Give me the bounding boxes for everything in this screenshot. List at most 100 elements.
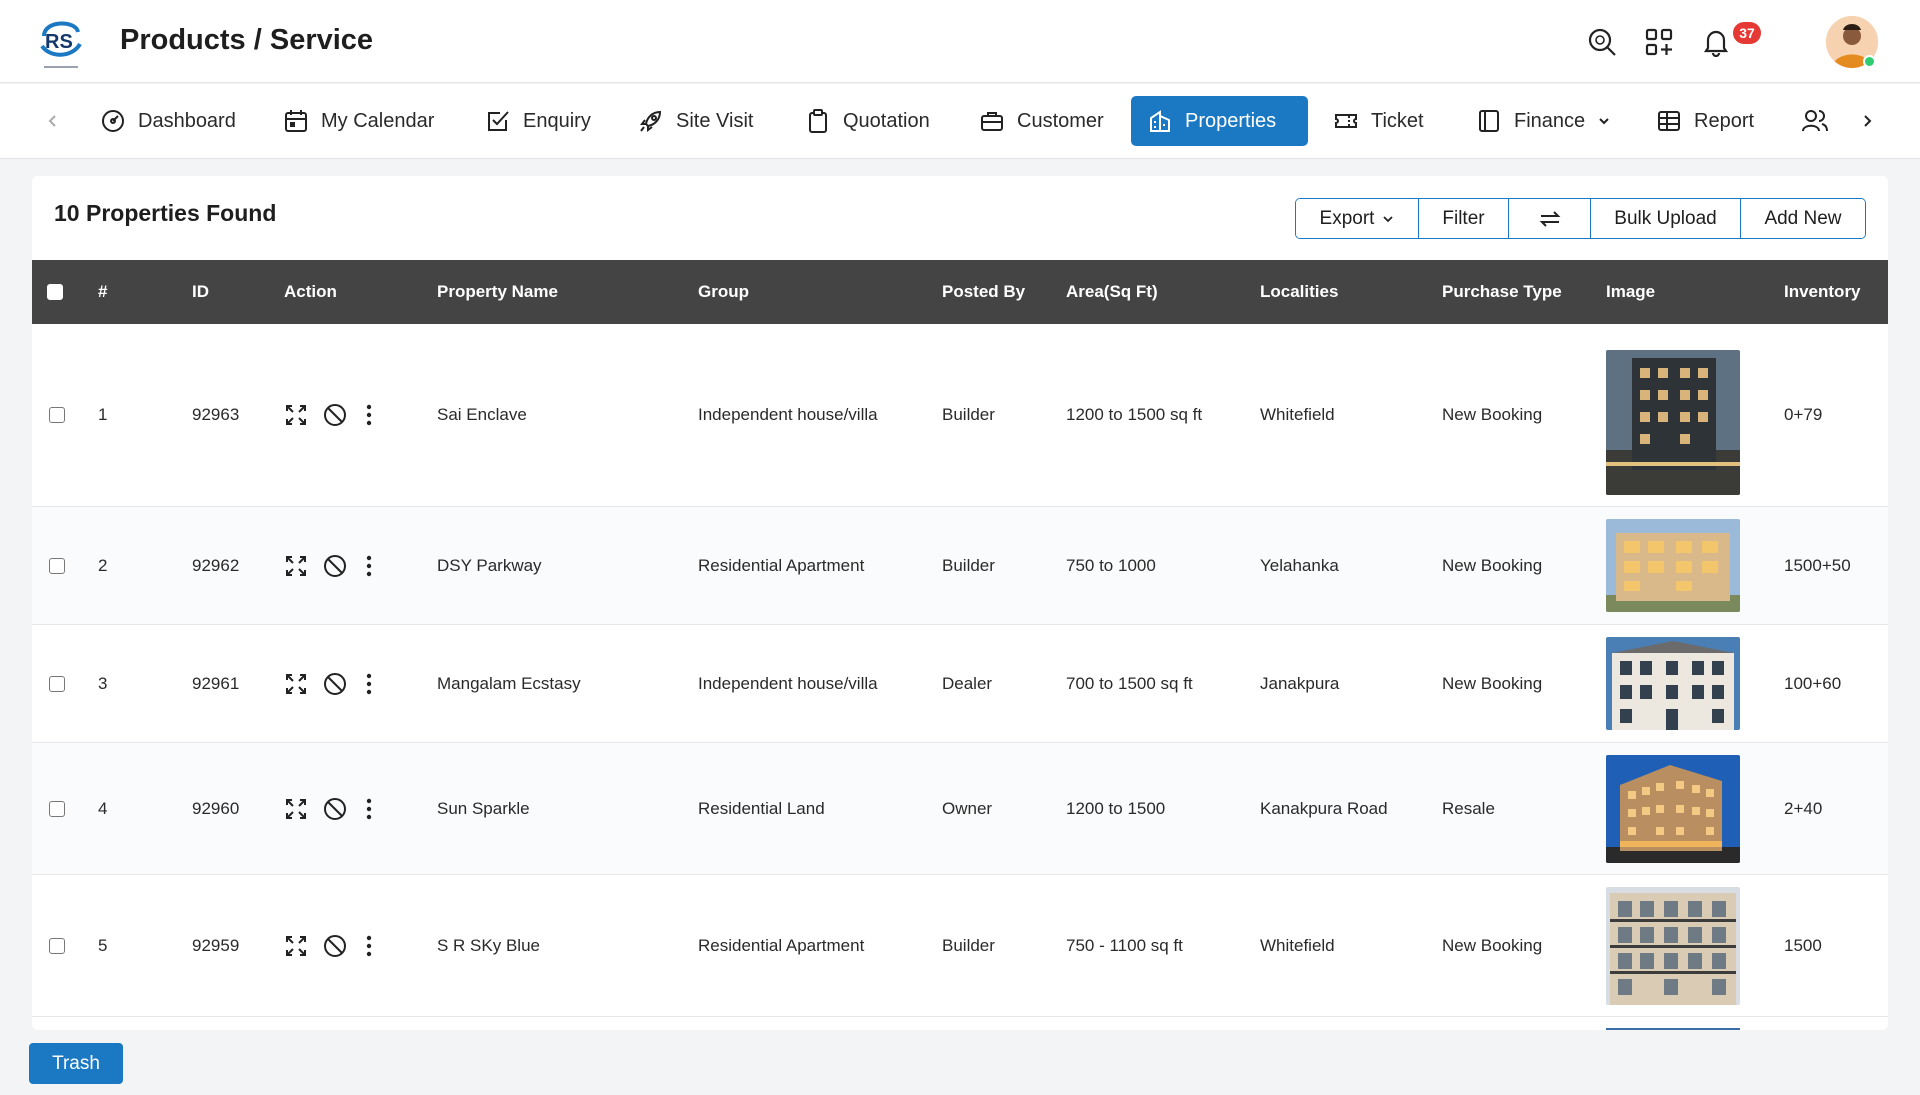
rocket-icon xyxy=(640,110,662,132)
col-header-inventory: Inventory xyxy=(1784,282,1861,301)
row-property-name[interactable]: S R SKy Blue xyxy=(437,875,540,1016)
filter-label: Filter xyxy=(1442,207,1485,229)
expand-icon[interactable] xyxy=(284,797,308,821)
export-label: Export xyxy=(1319,207,1375,229)
expand-icon[interactable] xyxy=(284,403,308,427)
row-property-name[interactable]: Mangalam Ecstasy xyxy=(437,625,581,742)
row-area: 700 to 1500 sq ft xyxy=(1066,673,1193,693)
search-icon[interactable] xyxy=(1584,24,1620,60)
row-checkbox[interactable] xyxy=(49,507,65,624)
ticket-icon xyxy=(1335,114,1357,128)
more-vertical-icon[interactable] xyxy=(362,554,376,578)
svg-text:RS: RS xyxy=(45,31,73,53)
book-icon xyxy=(1479,110,1499,132)
nav-label: Dashboard xyxy=(138,109,236,132)
export-button[interactable]: Export xyxy=(1296,199,1419,238)
nav-report[interactable]: Report xyxy=(1640,96,1770,146)
calendar-icon xyxy=(285,110,307,132)
table-row[interactable]: 3 92961 Mangalam Ecstasy Independent hou… xyxy=(32,625,1888,743)
chevron-down-icon xyxy=(1383,215,1394,222)
row-checkbox[interactable] xyxy=(49,324,65,506)
nav-enquiry[interactable]: Enquiry xyxy=(469,96,607,146)
expand-icon[interactable] xyxy=(284,672,308,696)
apps-icon[interactable] xyxy=(1641,24,1677,60)
row-posted-by: Builder xyxy=(942,405,995,424)
nav-quotation[interactable]: Quotation xyxy=(789,96,946,146)
col-header-id: ID xyxy=(192,282,209,301)
nav-my-calendar[interactable]: My Calendar xyxy=(267,96,450,146)
next-row-image-edge xyxy=(1606,1028,1740,1030)
results-count: 10 Properties Found xyxy=(54,200,277,226)
nav-dashboard[interactable]: Dashboard xyxy=(84,96,252,146)
more-vertical-icon[interactable] xyxy=(362,934,376,958)
block-icon[interactable] xyxy=(322,671,348,697)
row-id: 92960 xyxy=(192,798,240,818)
row-checkbox[interactable] xyxy=(49,875,65,1016)
row-actions xyxy=(284,625,376,742)
nav-ticket[interactable]: Ticket xyxy=(1317,96,1440,146)
nav-label: Quotation xyxy=(843,109,930,132)
block-icon[interactable] xyxy=(322,553,348,579)
more-vertical-icon[interactable] xyxy=(362,672,376,696)
row-num: 3 xyxy=(98,673,108,693)
more-vertical-icon[interactable] xyxy=(362,797,376,821)
row-locality: Janakpura xyxy=(1260,673,1340,693)
top-header: RS Products / Service 37 xyxy=(0,0,1920,83)
row-checkbox[interactable] xyxy=(49,743,65,874)
nav-label: My Calendar xyxy=(321,109,435,132)
row-property-name[interactable]: DSY Parkway xyxy=(437,507,542,624)
select-all-checkbox[interactable] xyxy=(47,260,63,324)
bulk-upload-button[interactable]: Bulk Upload xyxy=(1591,199,1741,238)
nav-scroll-left-icon[interactable] xyxy=(40,108,66,134)
company-logo[interactable]: RS xyxy=(36,14,86,72)
expand-icon[interactable] xyxy=(284,554,308,578)
property-image[interactable] xyxy=(1606,755,1740,863)
row-area: 1200 to 1500 xyxy=(1066,798,1166,818)
expand-icon[interactable] xyxy=(284,934,308,958)
online-status-dot xyxy=(1863,55,1876,68)
block-icon[interactable] xyxy=(322,796,348,822)
nav-label: Customer xyxy=(1017,109,1104,132)
block-icon[interactable] xyxy=(322,402,348,428)
nav-label: Properties xyxy=(1185,109,1277,132)
row-checkbox[interactable] xyxy=(49,625,65,742)
checkbox-icon xyxy=(488,111,509,131)
row-num: 4 xyxy=(98,798,108,818)
nav-properties[interactable]: Properties xyxy=(1131,96,1308,146)
property-image[interactable] xyxy=(1606,887,1740,1005)
row-num: 2 xyxy=(98,555,108,575)
table-row[interactable]: 5 92959 S R SKy Blue Residential Apartme… xyxy=(32,875,1888,1017)
row-group: Independent house/villa xyxy=(698,673,878,693)
trash-button[interactable]: Trash xyxy=(29,1043,123,1084)
table-row[interactable]: 1 92963 Sai Enclave Independent house/vi… xyxy=(32,324,1888,507)
nav-finance[interactable]: Finance xyxy=(1460,96,1627,146)
nav-site-visit[interactable]: Site Visit xyxy=(622,96,769,146)
row-property-name[interactable]: Sun Sparkle xyxy=(437,743,530,874)
row-actions xyxy=(284,875,376,1016)
property-image[interactable] xyxy=(1606,519,1740,612)
row-purchase-type: Resale xyxy=(1442,798,1495,818)
dashboard-icon xyxy=(102,110,124,132)
row-area: 750 - 1100 sq ft xyxy=(1066,935,1183,955)
table-row[interactable]: 2 92962 DSY Parkway Residential Apartmen… xyxy=(32,507,1888,625)
col-header-posted-by: Posted By xyxy=(942,282,1026,301)
property-image[interactable] xyxy=(1606,637,1740,730)
col-header-area: Area(Sq Ft) xyxy=(1066,282,1158,301)
table-row[interactable]: 4 92960 Sun Sparkle Residential Land Own… xyxy=(32,743,1888,875)
add-new-button[interactable]: Add New xyxy=(1741,199,1865,238)
nav-scroll-right-icon[interactable] xyxy=(1854,108,1880,134)
row-num: 1 xyxy=(98,405,108,424)
row-area: 1200 to 1500 sq ft xyxy=(1066,405,1203,424)
block-icon[interactable] xyxy=(322,933,348,959)
row-id: 92961 xyxy=(192,673,240,693)
swap-button[interactable] xyxy=(1509,199,1591,238)
property-image[interactable] xyxy=(1606,350,1740,495)
add-new-label: Add New xyxy=(1764,207,1842,229)
nav-customer[interactable]: Customer xyxy=(963,96,1120,146)
nav-users[interactable] xyxy=(1785,96,1845,146)
bell-icon[interactable] xyxy=(1698,24,1734,60)
filter-button[interactable]: Filter xyxy=(1419,199,1509,238)
nav-label: Finance xyxy=(1514,109,1586,132)
row-property-name[interactable]: Sai Enclave xyxy=(437,324,527,506)
more-vertical-icon[interactable] xyxy=(362,403,376,427)
